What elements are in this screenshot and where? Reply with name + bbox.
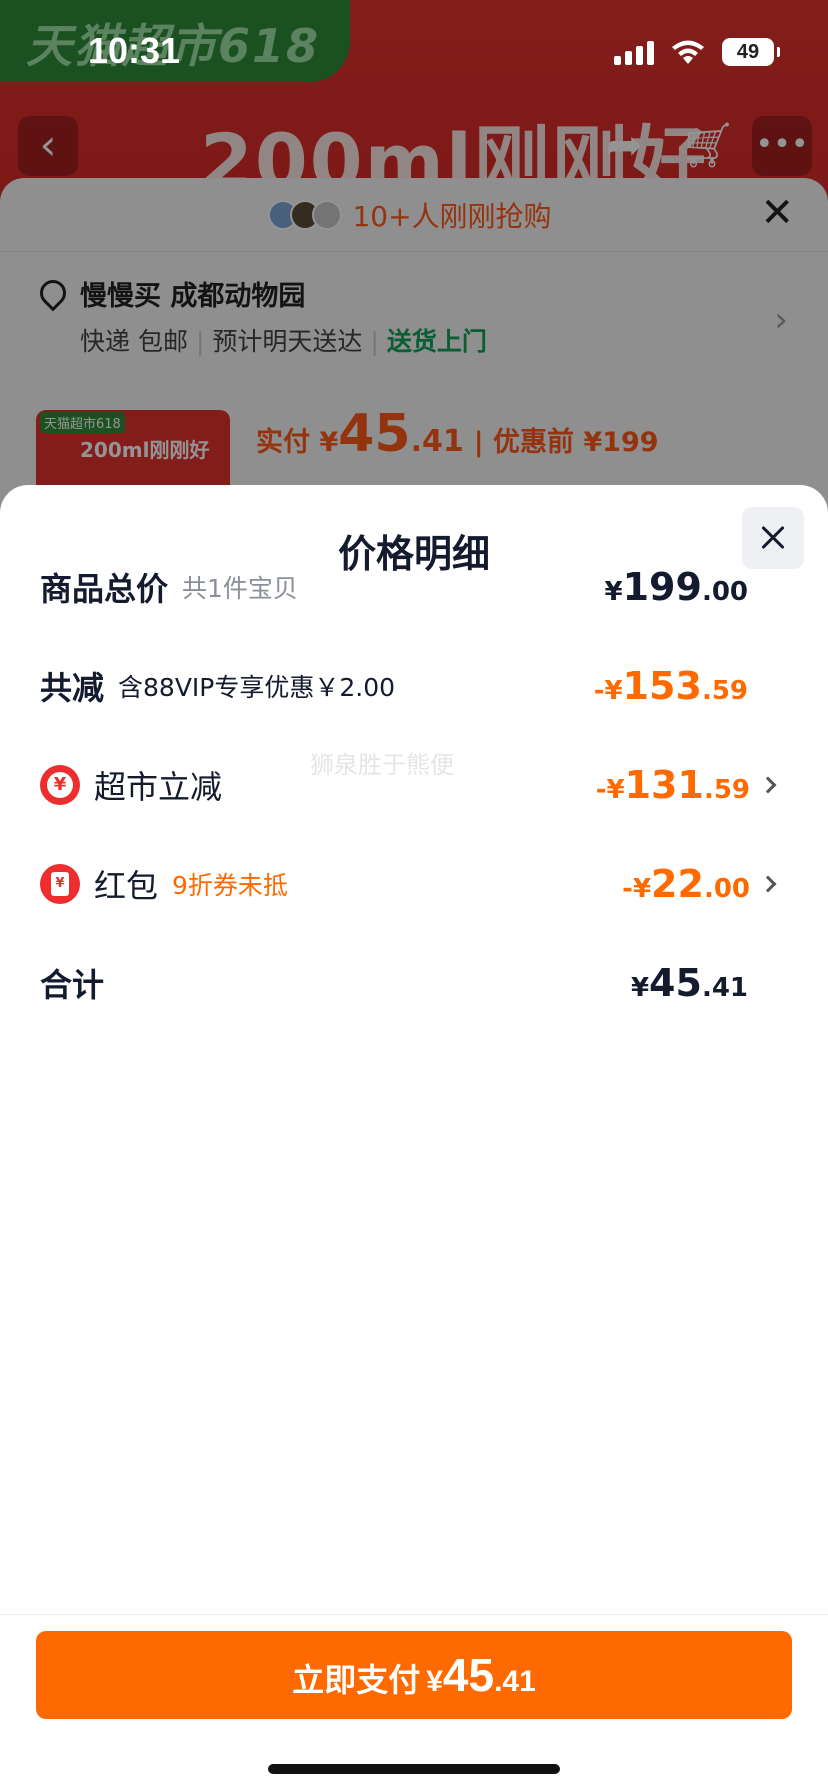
wifi-icon bbox=[672, 40, 704, 64]
row-note: 9折券未抵 bbox=[172, 871, 288, 900]
footer-divider bbox=[0, 1614, 828, 1615]
watermark: 狮泉胜于熊便 bbox=[310, 751, 454, 779]
amount-currency: ¥ bbox=[604, 577, 623, 607]
row-label: 共减 bbox=[40, 669, 105, 707]
pay-now-button[interactable]: 立即支付 ¥45.41 bbox=[36, 1631, 792, 1719]
home-indicator bbox=[268, 1764, 560, 1774]
pay-dec: .41 bbox=[494, 1665, 536, 1698]
red-packet-icon bbox=[40, 864, 80, 904]
chevron-right-icon bbox=[759, 875, 777, 893]
row-label: 红包 bbox=[94, 867, 159, 905]
amount-dec: .59 bbox=[701, 676, 748, 706]
amount-currency: -¥ bbox=[595, 775, 625, 805]
row-label: 合计 bbox=[40, 966, 105, 1004]
amount-int: 153 bbox=[622, 664, 702, 708]
total-discount-row: 共减 含88VIP专享优惠￥2.00 -¥ 153.59 bbox=[40, 656, 788, 716]
battery-icon: 49 bbox=[722, 38, 780, 66]
amount-int: 22 bbox=[651, 862, 704, 906]
amount-currency: ¥ bbox=[630, 973, 650, 1003]
coin-icon bbox=[40, 765, 80, 805]
row-label: 商品总价 bbox=[40, 570, 169, 608]
amount-dec: .59 bbox=[703, 775, 750, 805]
amount-int: 131 bbox=[624, 763, 704, 807]
row-amount: -¥ 22.00 bbox=[622, 854, 777, 914]
amount-dec: .00 bbox=[701, 577, 748, 607]
row-label: 超市立减 bbox=[94, 768, 223, 806]
row-amount: -¥ 131.59 bbox=[596, 755, 777, 815]
red-packet-row[interactable]: 红包 9折券未抵 -¥22.00 bbox=[40, 854, 788, 914]
pay-currency: ¥ bbox=[426, 1665, 443, 1698]
signal-icon bbox=[614, 39, 654, 65]
amount-int: 45 bbox=[649, 961, 702, 1005]
amount-currency: -¥ bbox=[622, 874, 652, 904]
amount-int: 199 bbox=[622, 565, 702, 609]
row-note: 共1件宝贝 bbox=[182, 574, 298, 603]
status-bar: 10:31 49 bbox=[0, 0, 828, 100]
row-amount: ¥45.41 bbox=[631, 953, 748, 1013]
status-icons: 49 bbox=[614, 38, 780, 66]
amount-currency: -¥ bbox=[593, 676, 623, 706]
pay-int: 45 bbox=[442, 1649, 495, 1701]
goods-total-row: 商品总价 共1件宝贝 ¥199.00 bbox=[40, 557, 788, 617]
status-time: 10:31 bbox=[88, 30, 181, 71]
row-amount: -¥ 153.59 bbox=[594, 656, 748, 716]
chevron-right-icon bbox=[759, 776, 777, 794]
row-amount: ¥199.00 bbox=[605, 557, 748, 617]
pay-label: 立即支付 bbox=[292, 1662, 421, 1698]
amount-dec: .00 bbox=[703, 874, 750, 904]
grand-total-row: 合计 ¥45.41 bbox=[40, 953, 788, 1013]
row-note: 含88VIP专享优惠￥2.00 bbox=[118, 673, 396, 702]
price-detail-sheet: 价格明细 商品总价 共1件宝贝 ¥199.00 共减 含88VIP专享优惠￥2.… bbox=[0, 485, 828, 1792]
amount-dec: .41 bbox=[701, 973, 748, 1003]
